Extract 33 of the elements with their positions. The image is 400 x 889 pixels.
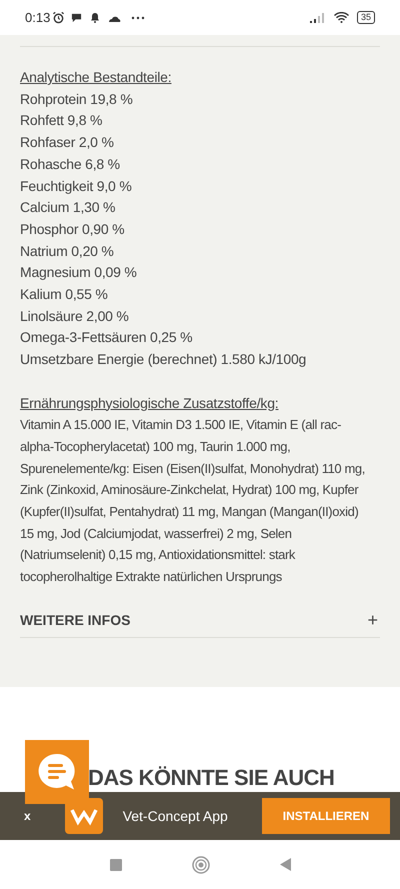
- analysis-item: Magnesium 0,09 %: [20, 264, 137, 280]
- additives-heading: Ernährungsphysiologische Zusatzstoffe/kg:: [20, 394, 278, 411]
- app-name: Vet-Concept App: [122, 806, 228, 826]
- recommendations-heading: DAS KÖNNTE SIE AUCH: [88, 767, 334, 789]
- analysis-item: Natrium 0,20 %: [20, 242, 114, 259]
- home-icon[interactable]: [192, 856, 210, 874]
- chat-bubble-icon: [71, 12, 82, 23]
- alarm-icon: [52, 11, 66, 24]
- analysis-item: Rohasche 6,8 %: [20, 156, 120, 172]
- battery-indicator: 35: [356, 11, 375, 24]
- analysis-item: Calcium 1,30 %: [20, 199, 116, 216]
- recent-apps-icon[interactable]: [110, 858, 122, 870]
- expand-toggle[interactable]: +: [367, 611, 378, 630]
- back-icon[interactable]: [280, 858, 290, 871]
- analysis-item: Umsetzbare Energie (berechnet) 1.580 kJ/100g: [20, 351, 306, 368]
- signal-icon: [310, 12, 326, 23]
- analysis-item: Rohfaser 2,0 %: [20, 134, 114, 150]
- analysis-item: Rohfett 9,8 %: [20, 112, 102, 128]
- wifi-icon: [334, 12, 349, 23]
- analysis-item: Rohprotein 19,8 %: [20, 90, 133, 107]
- status-time: 0:13: [25, 8, 50, 27]
- bell-icon: [90, 12, 100, 23]
- analysis-item: Linolsäure 2,00 %: [20, 308, 129, 324]
- analysis-item: Phosphor 0,90 %: [20, 220, 124, 237]
- more-icon: [131, 16, 146, 20]
- analysis-heading: Analytische Bestandteile:: [20, 69, 172, 85]
- close-button[interactable]: x: [24, 807, 31, 825]
- analysis-item: Omega-3-Fettsäuren 0,25 %: [20, 329, 192, 346]
- analysis-item: Feuchtigkeit 9,0 %: [20, 178, 132, 194]
- chat-button[interactable]: [25, 740, 89, 804]
- additives-text: Vitamin A 15.000 IE, Vitamin D3 1.500 IE, Vitamin E (all rac-alpha-Tocopherylacetat) 100 mg, Taurin 1.000 mg, Spurenelemente/kg: Eisen (Eisen(II)sulfat, Monohydrat) 110 mg, Zink (Zinkoxid, Aminosäure-Zinkchelat, Hydrat) 100 mg, Kupfer (Kupfer(II)sulfat, Pentahydrat) 11 mg, Mangan (Mangan(II)oxid) 15 mg, Jod (Calciumjodat, wasserfrei) 2 mg, Selen (Natriumselenit) 0,15 mg, Antioxidationsmittel: stark tocopherolhaltige Extrakte natürlichen Ursprungs: [20, 416, 366, 586]
- accordion-header[interactable]: WEITERE INFOS +: [20, 610, 380, 638]
- analysis-item: Kalium 0,55 %: [20, 286, 108, 302]
